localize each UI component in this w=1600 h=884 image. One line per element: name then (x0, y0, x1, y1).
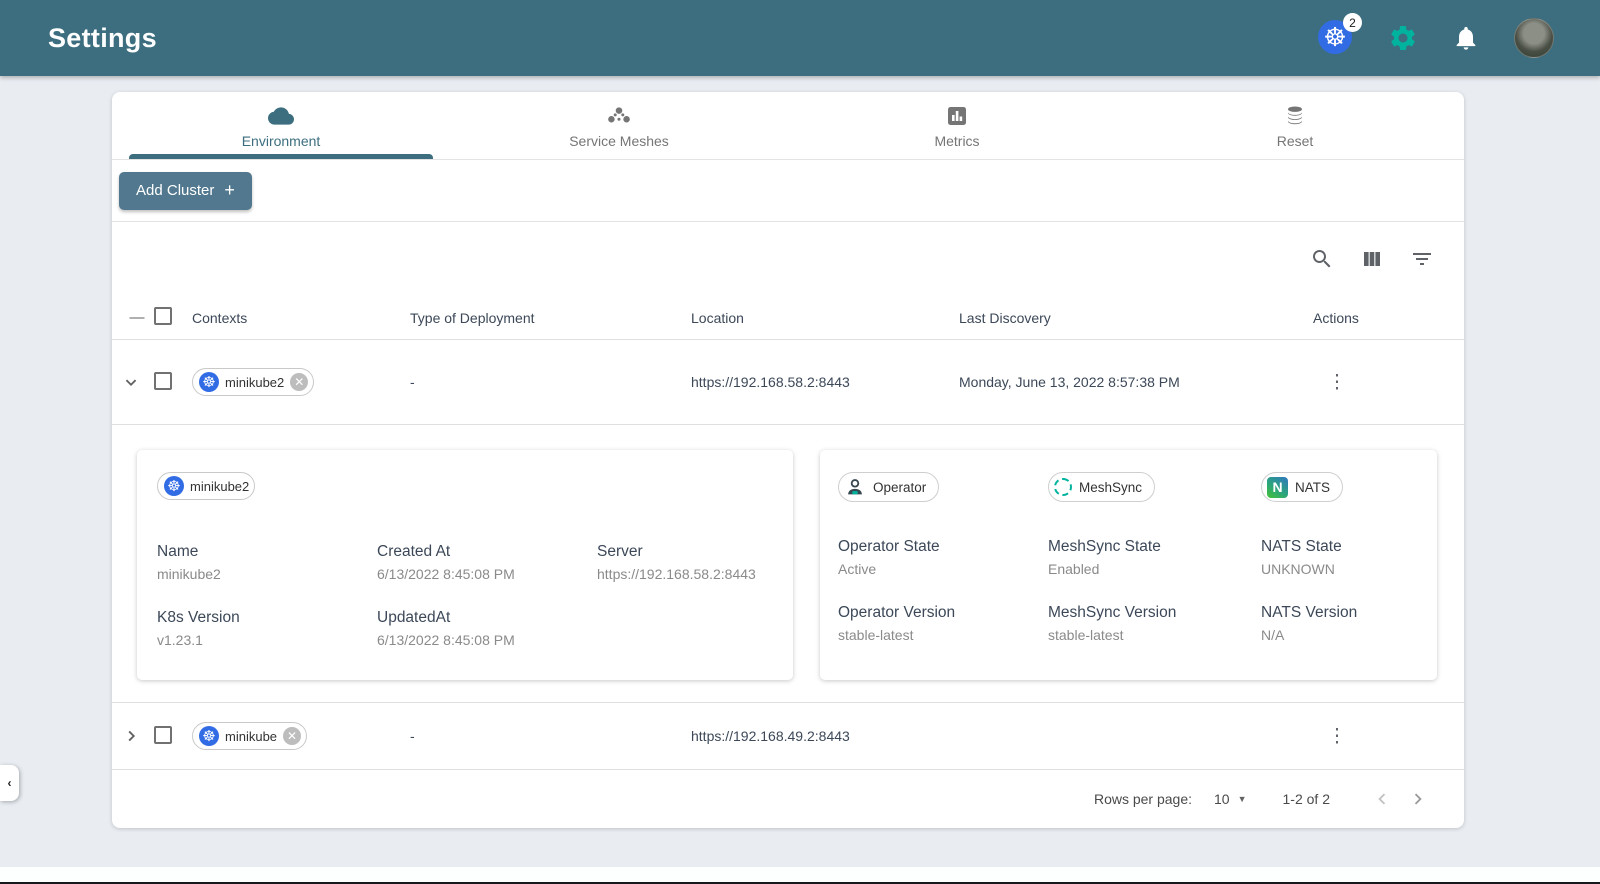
type-of-deployment-cell: - (410, 728, 415, 744)
kubernetes-badge: 2 (1343, 13, 1362, 32)
context-detail-card: ☸ minikube2 Name minikube2 Created At 6/… (137, 450, 793, 680)
operator-detail-card: Operator MeshSync N NATS Operator State … (820, 450, 1437, 680)
detail-field-nats-state: NATS State UNKNOWN (1261, 538, 1342, 577)
add-cluster-button[interactable]: Add Cluster + (119, 171, 252, 210)
last-discovery-cell: Monday, June 13, 2022 8:57:38 PM (959, 374, 1180, 390)
user-avatar[interactable] (1514, 18, 1554, 58)
column-header-location[interactable]: Location (691, 310, 959, 326)
rows-per-page-label: Rows per page: (1093, 790, 1193, 807)
detail-field-server: Server https://192.168.58.2:8443 (597, 543, 756, 582)
cloud-icon (268, 103, 294, 129)
meshsync-chip[interactable]: MeshSync (1048, 472, 1156, 502)
service-mesh-icon (606, 103, 632, 129)
context-chip[interactable]: ☸ minikube2 (157, 472, 256, 500)
kubernetes-context-button[interactable]: ☸ 2 (1318, 13, 1362, 56)
column-header-last-discovery[interactable]: Last Discovery (959, 310, 1313, 326)
column-header-actions: Actions (1313, 309, 1359, 326)
table-pagination: Rows per page: 10 ▼ 1-2 of 2 (112, 770, 1464, 827)
tab-reset[interactable]: Reset (1126, 92, 1464, 159)
row-checkbox[interactable] (154, 725, 172, 744)
row-checkbox[interactable] (154, 371, 172, 390)
tab-metrics[interactable]: Metrics (788, 92, 1126, 159)
detail-field-updated-at: UpdatedAt 6/13/2022 8:45:08 PM (377, 609, 515, 648)
row-detail-panel: ☸ minikube2 Name minikube2 Created At 6/… (112, 425, 1464, 703)
detail-field-k8s-version: K8s Version v1.23.1 (157, 609, 240, 648)
settings-gear-icon[interactable] (1388, 23, 1418, 53)
next-page-button[interactable] (1400, 781, 1436, 817)
actions-bar: Add Cluster + (112, 160, 1464, 222)
detail-field-operator-state: Operator State Active (838, 538, 940, 577)
deselect-all-icon[interactable]: — (120, 309, 154, 326)
nats-logo-icon: N (1267, 476, 1288, 498)
active-tab-indicator (128, 154, 434, 159)
tab-label: Metrics (934, 132, 980, 149)
previous-page-button[interactable] (1364, 781, 1400, 817)
table-toolbar (112, 222, 1464, 296)
detail-field-meshsync-version: MeshSync Version stable-latest (1048, 604, 1177, 643)
operator-person-icon (848, 479, 862, 495)
expand-row-icon[interactable] (120, 725, 142, 747)
view-columns-icon[interactable] (1360, 247, 1384, 271)
kubernetes-icon: ☸ (199, 726, 219, 746)
settings-tabs: Environment Service Meshes Metrics Reset (112, 92, 1464, 160)
row-actions-menu-icon[interactable]: ⋮ (1325, 371, 1349, 394)
detail-field-operator-version: Operator Version stable-latest (838, 604, 956, 643)
context-chip[interactable]: ☸ minikube2 ✕ (192, 368, 315, 396)
type-of-deployment-cell: - (410, 374, 415, 390)
plus-icon: + (224, 180, 235, 200)
table-row: ☸ minikube ✕ - https://192.168.49.2:8443… (112, 703, 1464, 770)
app-header: Settings ☸ 2 (0, 0, 1600, 76)
tab-label: Environment (241, 132, 321, 149)
chevron-down-icon: ▼ (1237, 793, 1247, 804)
search-icon[interactable] (1310, 247, 1334, 271)
table-header-row: — Contexts Type of Deployment Location L… (112, 296, 1464, 340)
column-header-contexts[interactable]: Contexts (192, 310, 410, 326)
bar-chart-icon (944, 103, 970, 129)
kubernetes-icon: ☸ (199, 372, 219, 392)
chevron-left-icon: ‹ (7, 776, 12, 790)
kubernetes-icon: ☸ (164, 476, 184, 496)
context-chip[interactable]: ☸ minikube ✕ (192, 722, 308, 750)
column-header-type[interactable]: Type of Deployment (410, 310, 691, 326)
location-cell: https://192.168.49.2:8443 (691, 728, 850, 744)
operator-chip[interactable]: Operator (838, 472, 940, 502)
row-actions-menu-icon[interactable]: ⋮ (1325, 725, 1349, 748)
detail-field-created-at: Created At 6/13/2022 8:45:08 PM (377, 543, 515, 582)
collapse-row-icon[interactable] (120, 371, 142, 393)
location-cell: https://192.168.58.2:8443 (691, 374, 850, 390)
notifications-bell-icon[interactable] (1452, 24, 1480, 52)
nats-chip[interactable]: N NATS (1261, 472, 1344, 502)
filter-icon[interactable] (1410, 247, 1434, 271)
chip-delete-icon[interactable]: ✕ (283, 727, 302, 745)
chip-delete-icon[interactable]: ✕ (290, 373, 309, 391)
table-row: ☸ minikube2 ✕ - https://192.168.58.2:844… (112, 340, 1464, 425)
tab-label: Service Meshes (569, 132, 669, 149)
page-title: Settings (48, 22, 157, 53)
tab-label: Reset (1276, 132, 1314, 149)
meshsync-dashed-circle-icon (1054, 478, 1072, 496)
tab-service-meshes[interactable]: Service Meshes (450, 92, 788, 159)
settings-panel: Environment Service Meshes Metrics Reset… (112, 92, 1464, 828)
detail-field-name: Name minikube2 (157, 543, 221, 582)
detail-field-meshsync-state: MeshSync State Enabled (1048, 538, 1161, 577)
window-bottom-strip (0, 867, 1600, 882)
tab-environment[interactable]: Environment (112, 92, 450, 159)
rows-per-page-select[interactable]: 10 ▼ (1214, 791, 1247, 807)
database-icon (1282, 103, 1308, 129)
select-all-checkbox[interactable] (154, 307, 172, 325)
pagination-range: 1-2 of 2 (1282, 790, 1330, 807)
sidebar-expand-handle[interactable]: ‹ (0, 765, 19, 801)
detail-field-nats-version: NATS Version N/A (1261, 604, 1358, 643)
